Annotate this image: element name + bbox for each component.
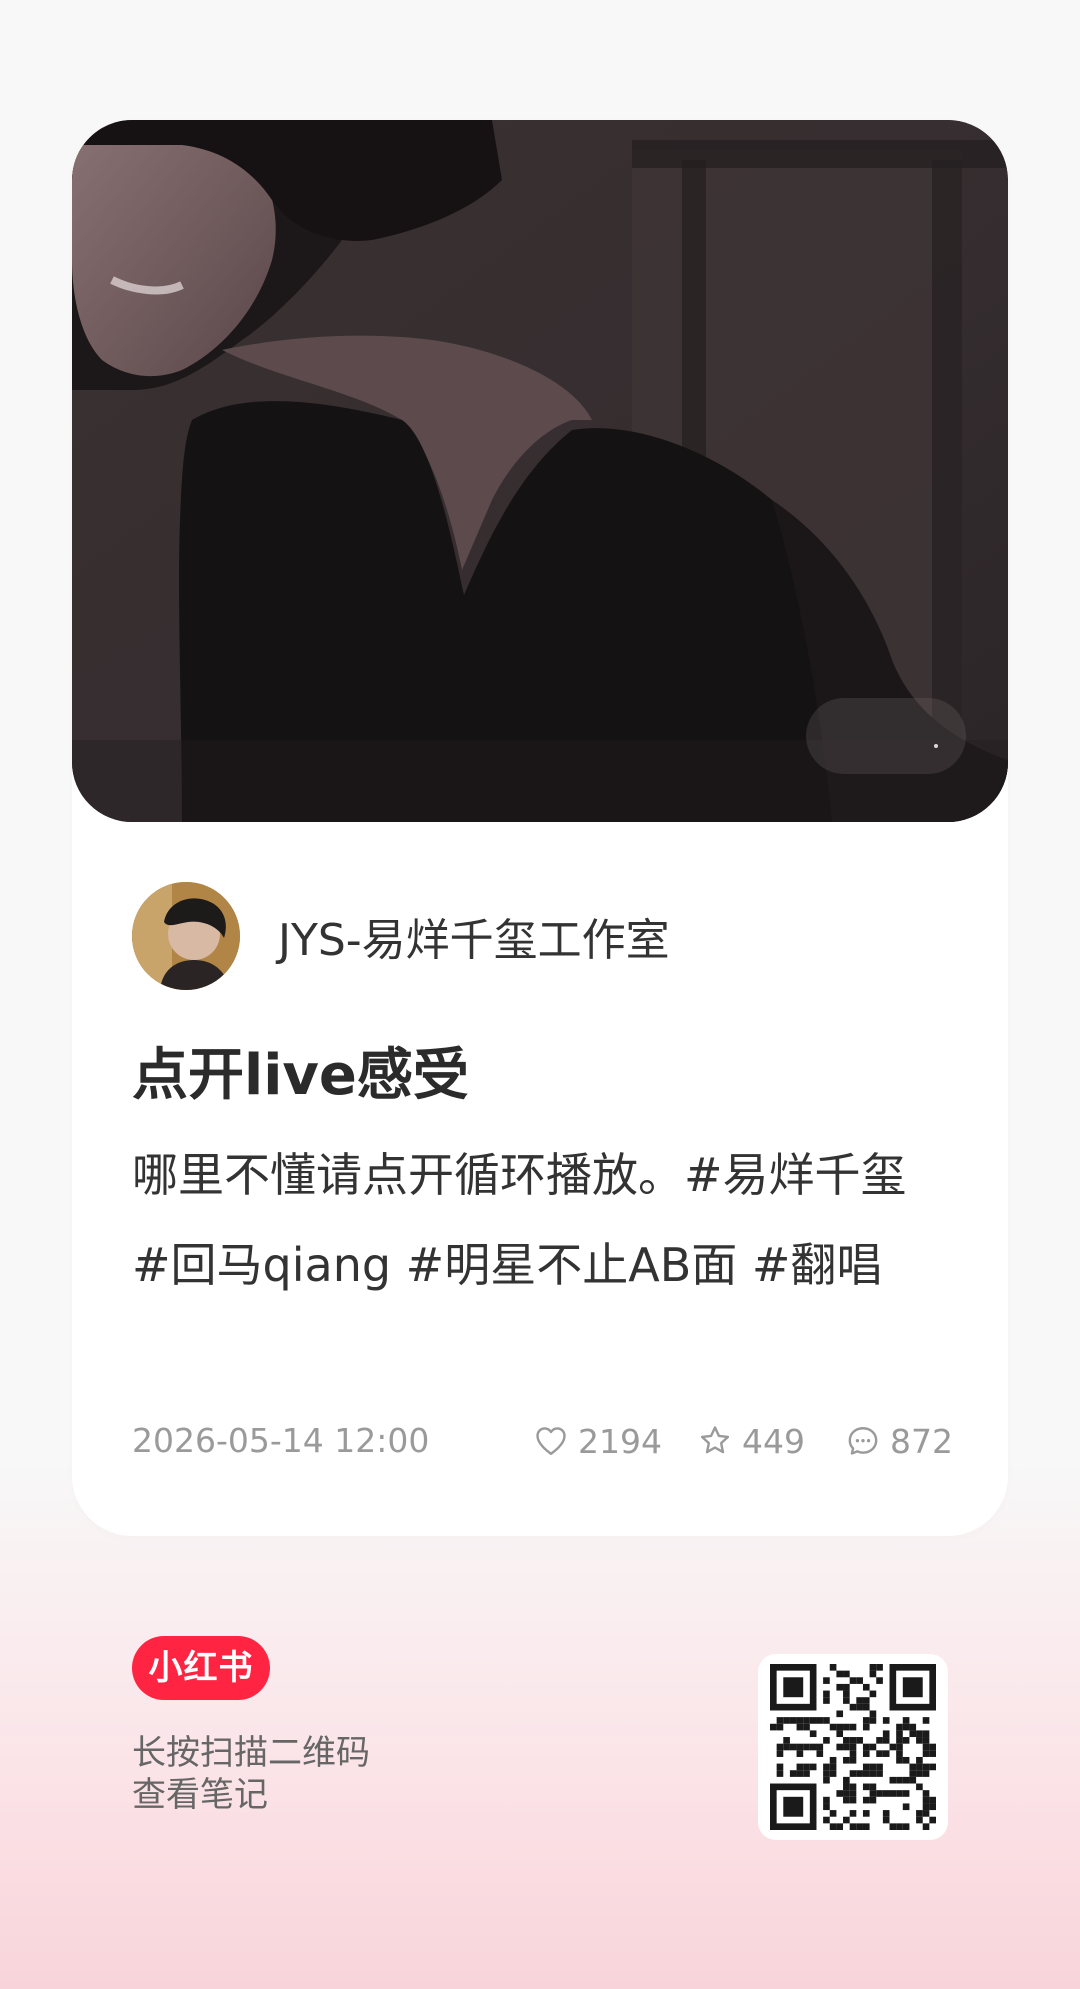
qr-code-icon <box>770 1664 936 1830</box>
heart-icon <box>536 1427 566 1455</box>
avatar-image <box>132 882 240 990</box>
comment-icon <box>848 1427 878 1455</box>
collect-stat[interactable]: 449 <box>696 1416 805 1466</box>
qr-code[interactable] <box>758 1654 948 1840</box>
like-stat[interactable]: 2194 <box>532 1416 662 1466</box>
scan-hint: 长按扫描二维码 查看笔记 <box>132 1732 370 1816</box>
note-card[interactable]: JYS-易烊千玺工作室 点开live感受 哪里不懂请点开循环播放。#易烊千玺 #… <box>72 120 1008 1536</box>
like-count: 2194 <box>578 1421 662 1461</box>
scan-hint-line2: 查看笔记 <box>132 1775 268 1815</box>
note-body: 哪里不懂请点开循环播放。#易烊千玺 #回马qiang #明星不止AB面 #翻唱 <box>132 1148 907 1292</box>
live-photo[interactable] <box>72 120 1008 822</box>
scan-hint-line1: 长按扫描二维码 <box>132 1733 370 1773</box>
author-row[interactable]: JYS-易烊千玺工作室 <box>132 882 670 990</box>
note-date: 2026-05-14 12:00 <box>132 1421 430 1460</box>
author-name[interactable]: JYS-易烊千玺工作室 <box>278 904 670 968</box>
comment-stat[interactable]: 872 <box>844 1416 953 1466</box>
avatar[interactable] <box>132 882 240 990</box>
note-meta-row: 2026-05-14 12:00 2194 449 872 <box>132 1416 953 1466</box>
live-badge[interactable] <box>806 698 966 774</box>
note-title: 点开live感受 <box>132 1043 469 1108</box>
live-indicator-dot <box>934 744 938 748</box>
star-icon <box>700 1426 730 1454</box>
xiaohongshu-logo: 小红书 <box>132 1636 270 1700</box>
comment-count: 872 <box>890 1421 953 1461</box>
collect-count: 449 <box>742 1421 805 1461</box>
